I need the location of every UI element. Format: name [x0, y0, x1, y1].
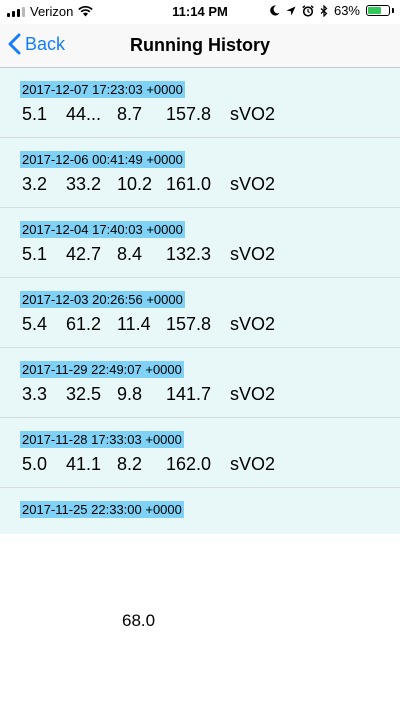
run-date: 2017-12-07 17:23:03 +0000 [20, 81, 185, 98]
run-value-1: 5.1 [22, 244, 48, 264]
run-value-4: 162.0 [166, 454, 212, 474]
run-date: 2017-11-28 17:33:03 +0000 [20, 431, 184, 448]
running-history-list[interactable]: 2017-12-07 17:23:03 +0000 5.1 44... 8.7 157… [0, 68, 400, 534]
run-values: 5.4 61.2 11.4 157.8 sVO2 [22, 314, 275, 335]
run-value-4: 132.3 [166, 244, 212, 264]
run-date: 2017-12-03 20:26:56 +0000 [20, 291, 185, 308]
moon-icon [270, 5, 280, 16]
status-bar: Verizon 11:14 PM 63% [0, 0, 400, 24]
list-item[interactable]: 2017-12-03 20:26:56 +0000 5.4 61.2 11.4 157… [0, 278, 400, 348]
run-value-3: 11.4 [117, 314, 151, 334]
run-value-1: 3.3 [22, 384, 48, 404]
run-value-1: 5.0 [22, 454, 48, 474]
lower-area: 68.0 [0, 534, 400, 712]
run-date: 2017-11-25 22:33:00 +0000 [20, 501, 184, 518]
run-value-1: 3.2 [22, 174, 48, 194]
page-title: Running History [130, 35, 270, 55]
battery-level [368, 7, 381, 14]
run-value-5: sVO2 [230, 454, 276, 474]
run-date: 2017-12-04 17:40:03 +0000 [20, 221, 185, 238]
list-item[interactable]: 2017-12-07 17:23:03 +0000 5.1 44... 8.7 157… [0, 68, 400, 138]
run-value-5: sVO2 [230, 174, 276, 194]
list-item[interactable]: 2017-11-29 22:49:07 +0000 3.3 32.5 9.8 141.… [0, 348, 400, 418]
run-value-2: 41.1 [66, 454, 102, 474]
run-value-5: sVO2 [230, 104, 276, 124]
run-value-4: 161.0 [166, 174, 212, 194]
bluetooth-icon [320, 4, 328, 17]
run-value-2: 42.7 [66, 244, 102, 264]
run-value-2: 44... [66, 104, 102, 124]
run-value-5: sVO2 [230, 384, 276, 404]
list-item[interactable]: 2017-11-25 22:33:00 +0000 [0, 488, 400, 534]
navigation-bar: Back Running History [0, 24, 400, 68]
bottom-value: 68.0 [122, 611, 156, 630]
run-value-4: 157.8 [166, 104, 212, 124]
run-value-2: 32.5 [66, 384, 102, 404]
run-value-1: 5.4 [22, 314, 48, 334]
run-value-5: sVO2 [230, 244, 276, 264]
battery-percent: 63% [333, 3, 360, 18]
run-value-3: 8.2 [117, 454, 143, 474]
alarm-icon [302, 4, 314, 17]
list-item[interactable]: 2017-12-06 00:41:49 +0000 3.2 33.2 10.2 161… [0, 138, 400, 208]
run-date: 2017-11-29 22:49:07 +0000 [20, 361, 184, 378]
run-values: 3.2 33.2 10.2 161.0 sVO2 [22, 174, 275, 195]
battery-icon [366, 5, 390, 16]
battery-tip [392, 8, 394, 13]
run-value-4: 141.7 [166, 384, 212, 404]
list-item[interactable]: 2017-12-04 17:40:03 +0000 5.1 42.7 8.4 132.… [0, 208, 400, 278]
run-value-3: 10.2 [117, 174, 153, 194]
run-value-3: 8.4 [117, 244, 143, 264]
run-value-5: sVO2 [230, 314, 276, 334]
run-value-3: 9.8 [117, 384, 143, 404]
run-value-4: 157.8 [166, 314, 212, 334]
location-icon [286, 6, 296, 15]
run-value-1: 5.1 [22, 104, 48, 124]
run-values: 5.1 42.7 8.4 132.3 sVO2 [22, 244, 275, 265]
run-values: 5.0 41.1 8.2 162.0 sVO2 [22, 454, 275, 475]
list-item[interactable]: 2017-11-28 17:33:03 +0000 5.0 41.1 8.2 162.… [0, 418, 400, 488]
run-value-2: 33.2 [66, 174, 102, 194]
run-values: 5.1 44... 8.7 157.8 sVO2 [22, 104, 275, 125]
status-right: 63% [270, 3, 394, 18]
run-value-3: 8.7 [117, 104, 143, 124]
run-date: 2017-12-06 00:41:49 +0000 [20, 151, 185, 168]
run-values: 3.3 32.5 9.8 141.7 sVO2 [22, 384, 275, 405]
run-value-2: 61.2 [66, 314, 102, 334]
